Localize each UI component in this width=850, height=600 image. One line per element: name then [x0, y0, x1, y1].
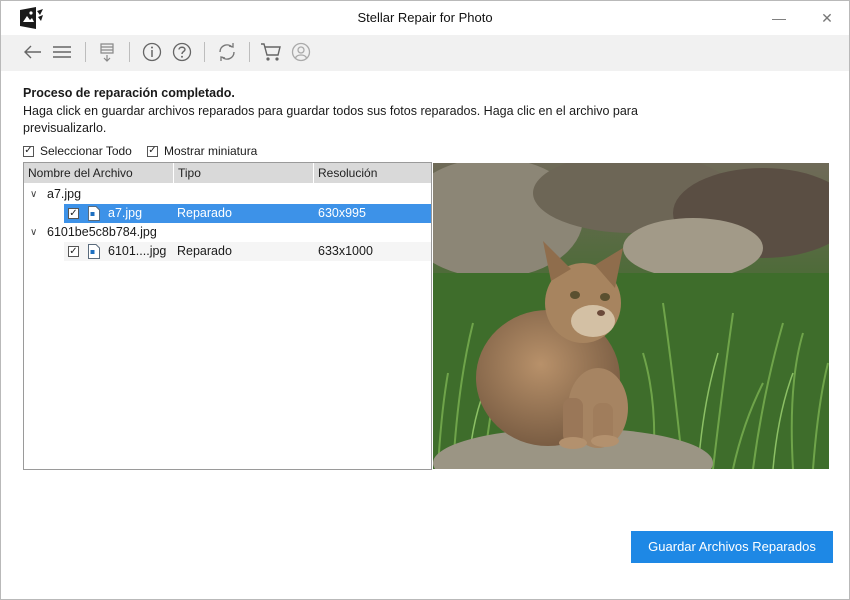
info-icon[interactable] — [140, 40, 164, 64]
chevron-down-icon[interactable]: ∨ — [30, 185, 40, 204]
show-thumbnails-option[interactable]: ✓ Mostrar miniatura — [147, 144, 257, 158]
close-icon[interactable]: ✕ — [817, 8, 837, 28]
toolbar-separator — [204, 42, 205, 62]
file-tree-panel: Nombre del Archivo Tipo Resolución ∨ a7.… — [23, 162, 432, 470]
menu-icon[interactable] — [50, 40, 74, 64]
select-all-label: Seleccionar Todo — [40, 144, 132, 158]
toolbar-separator — [85, 42, 86, 62]
file-checkbox[interactable]: ✓ — [68, 208, 79, 219]
cart-icon[interactable] — [259, 40, 283, 64]
toolbar-separator — [249, 42, 250, 62]
toolbar — [1, 35, 849, 71]
save-repaired-files-button[interactable]: Guardar Archivos Reparados — [631, 531, 833, 563]
image-file-icon — [88, 244, 100, 259]
help-icon[interactable] — [170, 40, 194, 64]
column-header-type[interactable]: Tipo — [174, 163, 314, 183]
show-thumbnails-label: Mostrar miniatura — [164, 144, 258, 158]
back-arrow-icon[interactable] — [21, 40, 45, 64]
minimize-icon[interactable]: — — [769, 8, 789, 28]
tree-group-row[interactable]: ∨ a7.jpg — [24, 185, 431, 204]
app-window: Stellar Repair for Photo — ✕ Proceso de … — [0, 0, 850, 600]
chevron-down-icon[interactable]: ∨ — [30, 223, 40, 242]
tree-group-row[interactable]: ∨ 6101be5c8b784.jpg — [24, 223, 431, 242]
title-bar: Stellar Repair for Photo — ✕ — [1, 1, 849, 35]
column-header-resolution[interactable]: Resolución — [314, 163, 431, 183]
column-header-name[interactable]: Nombre del Archivo — [24, 163, 174, 183]
toolbar-separator — [129, 42, 130, 62]
file-name: 6101....jpg — [108, 244, 167, 258]
status-heading: Proceso de reparación completado. — [23, 86, 235, 100]
show-thumbnails-checkbox[interactable]: ✓ — [147, 145, 158, 157]
file-name: a7.jpg — [108, 206, 143, 220]
group-name: a7.jpg — [47, 187, 82, 201]
group-name: 6101be5c8b784.jpg — [47, 225, 157, 239]
file-checkbox[interactable]: ✓ — [68, 246, 79, 257]
photo-preview — [433, 163, 829, 469]
select-all-option[interactable]: ✓ Seleccionar Todo — [23, 144, 132, 158]
image-file-icon — [88, 206, 100, 221]
file-type: Reparado — [177, 244, 232, 258]
file-type: Reparado — [177, 206, 232, 220]
file-resolution: 630x995 — [318, 206, 366, 220]
refresh-icon[interactable] — [215, 40, 239, 64]
save-report-icon[interactable] — [95, 40, 119, 64]
file-row[interactable]: ✓ a7.jpg Reparado 630x995 — [24, 204, 431, 223]
file-resolution: 633x1000 — [318, 244, 373, 258]
user-icon[interactable] — [289, 40, 313, 64]
status-description: Haga click en guardar archivos reparados… — [23, 104, 638, 135]
window-title: Stellar Repair for Photo — [357, 10, 493, 25]
select-all-checkbox[interactable]: ✓ — [23, 145, 34, 157]
file-row[interactable]: ✓ 6101....jpg Reparado 633x1000 — [24, 242, 431, 261]
